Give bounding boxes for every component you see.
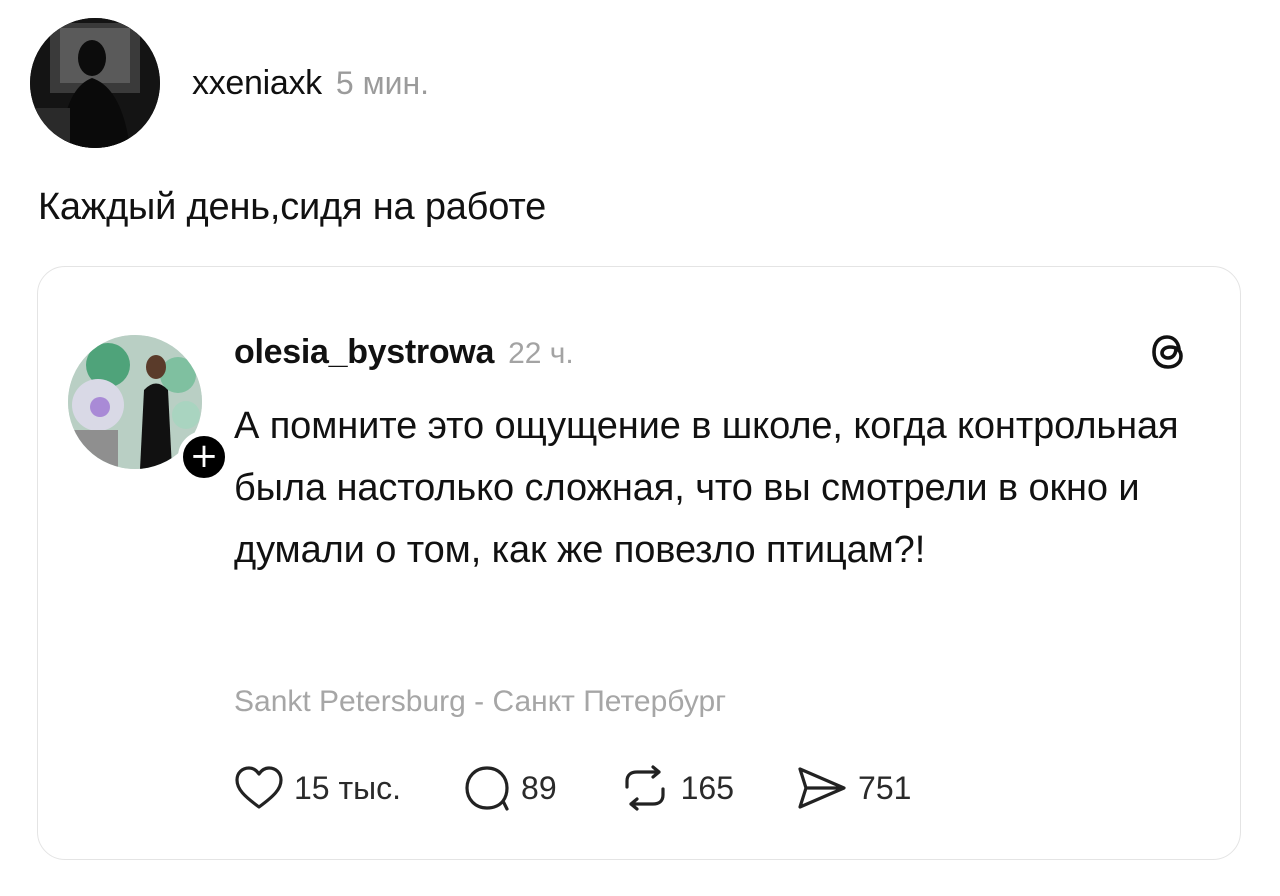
action-bar: 15 тыс. 89 165 751 [234,765,973,811]
follow-plus-button[interactable]: + [178,431,230,483]
repost-icon [625,765,665,811]
share-button[interactable]: 751 [796,765,911,811]
heart-icon [235,766,283,809]
threads-icon[interactable] [1146,329,1192,375]
author-username[interactable]: xxeniaxk [192,64,322,103]
send-icon [798,767,846,809]
quoted-avatar-wrap: + [68,335,230,483]
like-button[interactable]: 15 тыс. [234,765,401,811]
quoted-post-card[interactable]: + olesia_bystrowa 22 ч. А помните это ощ… [37,266,1241,860]
repost-count: 165 [680,769,735,806]
comment-icon [465,766,509,811]
quoted-post-text: А помните это ощущение в школе, когда ко… [234,405,1179,571]
comment-button[interactable]: 89 [463,765,557,811]
like-count: 15 тыс. [294,769,402,806]
post-header: xxeniaxk 5 мин. [30,18,429,148]
repost-button[interactable]: 165 [619,765,734,811]
post-time: 5 мин. [335,64,430,101]
quoted-author-username[interactable]: olesia_bystrowa [234,333,494,372]
share-count: 751 [858,769,912,806]
quoted-post-time: 22 ч. [508,337,574,370]
post-location[interactable]: Sankt Petersburg - Санкт Петербург [234,685,726,719]
author-avatar[interactable] [30,18,160,148]
post-text: Каждый день,сидя на работе [38,186,547,228]
comment-count: 89 [521,769,557,806]
